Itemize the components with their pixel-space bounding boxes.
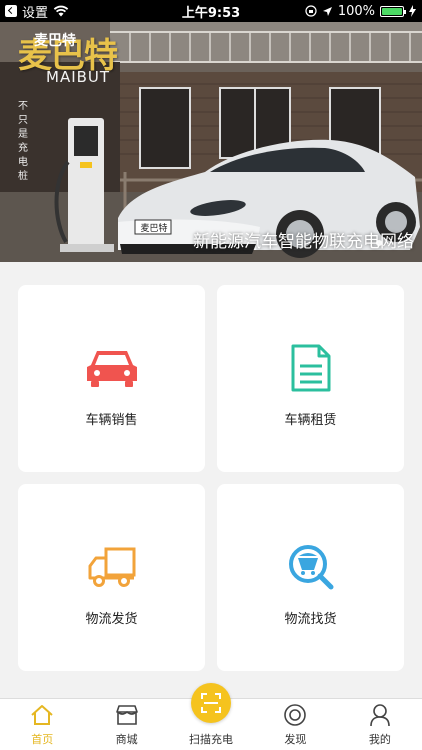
slogan-char: 只	[18, 115, 28, 126]
home-icon	[31, 705, 53, 725]
status-time: 上午9:53	[181, 5, 241, 21]
tab-shop[interactable]: 商城	[84, 699, 168, 750]
back-label[interactable]: 设置	[22, 2, 48, 21]
compass-icon	[284, 704, 307, 726]
scan-charge-label: 扫描充电	[189, 733, 233, 746]
brand-name-en: MAIBUT	[46, 68, 111, 86]
logistics-shipping-card[interactable]: 物流发货	[18, 484, 205, 671]
tab-mine[interactable]: 我的	[338, 699, 422, 750]
wifi-icon	[53, 5, 69, 17]
slogan-char: 不	[18, 101, 28, 112]
truck-icon	[88, 547, 135, 587]
slogan-char: 电	[18, 157, 28, 168]
store-icon	[115, 705, 138, 725]
logistics-find-cargo-card[interactable]: 物流找货	[217, 484, 404, 671]
tab-home[interactable]: 首页	[0, 699, 84, 750]
scan-charge-button[interactable]	[191, 683, 231, 723]
logistics-find-cargo-label: 物流找货	[284, 612, 337, 627]
license-plate: 麦巴特	[140, 224, 168, 234]
tab-home-label: 首页	[31, 733, 54, 746]
vehicle-rental-label: 车辆租赁	[284, 413, 337, 428]
promo-banner[interactable]: 麦巴特 麦巴特 MAIBUT 不 只 是 充 电 桩 麦巴特 新能源汽车智能物联…	[0, 22, 422, 262]
tab-mine-label: 我的	[368, 733, 391, 746]
carousel-indicator[interactable]	[376, 240, 382, 246]
location-icon	[322, 6, 332, 16]
battery-icon	[380, 5, 406, 17]
logistics-shipping-label: 物流发货	[85, 612, 138, 627]
vehicle-sales-card[interactable]: 车辆销售	[18, 285, 205, 472]
search-cart-icon	[288, 545, 333, 590]
user-icon	[370, 704, 390, 727]
status-bar: 设置 上午9:53 100%	[0, 0, 422, 22]
document-icon	[291, 344, 330, 392]
charging-icon	[409, 5, 416, 17]
slogan-char: 桩	[18, 171, 28, 182]
vehicle-rental-card[interactable]: 车辆租赁	[217, 285, 404, 472]
scan-icon	[201, 693, 221, 713]
rotation-lock-icon	[305, 5, 317, 17]
feature-grid: 车辆销售 车辆租赁 物流发货 物流找货	[0, 262, 422, 698]
tab-discover[interactable]: 发现	[253, 699, 337, 750]
battery-percent: 100%	[337, 3, 375, 19]
slogan-vertical: 不 只 是 充 电 桩	[16, 100, 30, 184]
back-icon[interactable]	[5, 5, 17, 17]
tab-discover-label: 发现	[284, 733, 307, 746]
slogan-char: 充	[18, 143, 28, 154]
slogan-char: 是	[18, 129, 28, 140]
vehicle-sales-label: 车辆销售	[85, 413, 138, 428]
tab-shop-label: 商城	[115, 733, 138, 746]
banner-caption: 新能源汽车智能物联充电网络	[193, 232, 414, 252]
car-icon	[86, 351, 137, 387]
brand-overlay-text: 麦巴特	[34, 33, 76, 49]
